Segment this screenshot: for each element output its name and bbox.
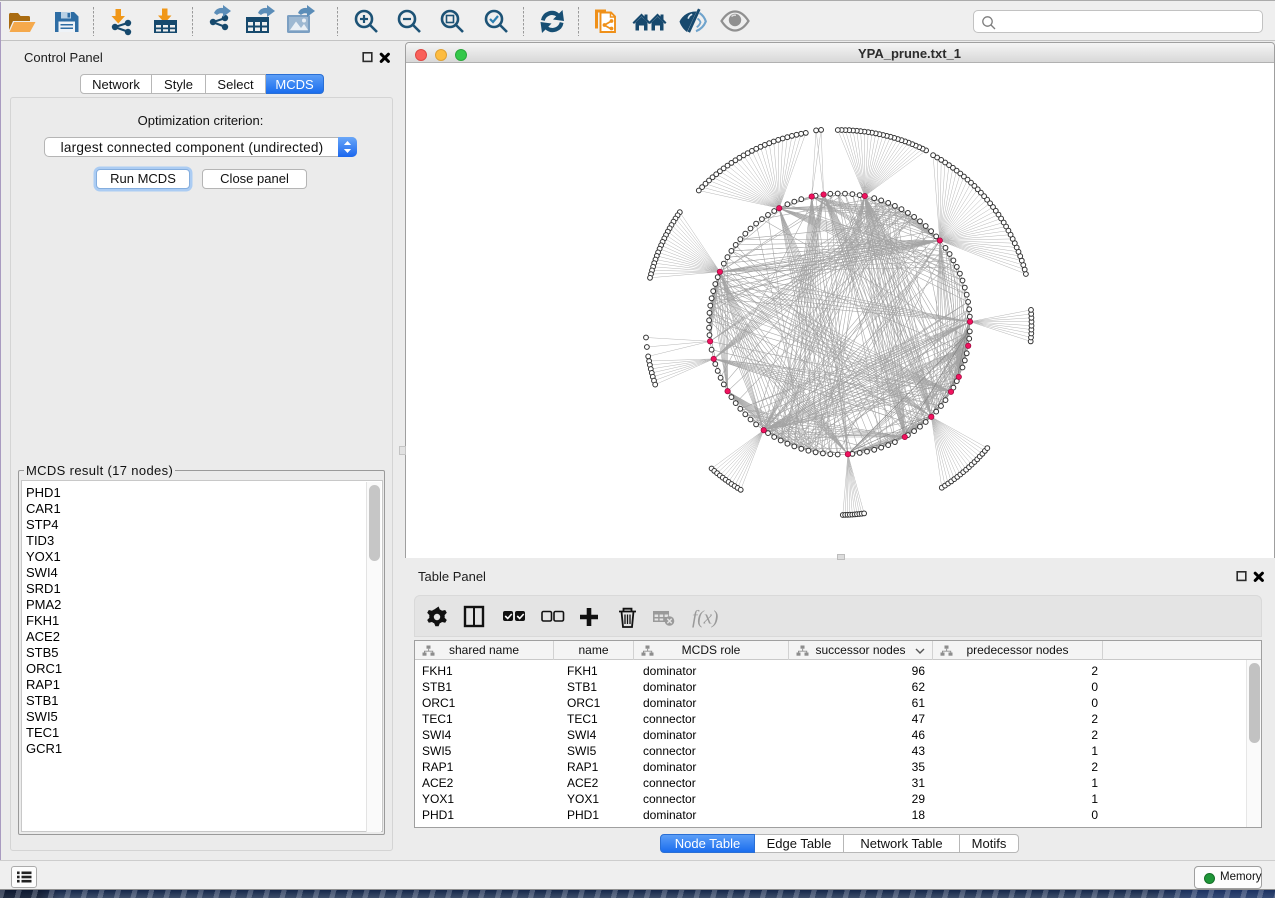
svg-text:f(x): f(x) [692, 608, 718, 629]
